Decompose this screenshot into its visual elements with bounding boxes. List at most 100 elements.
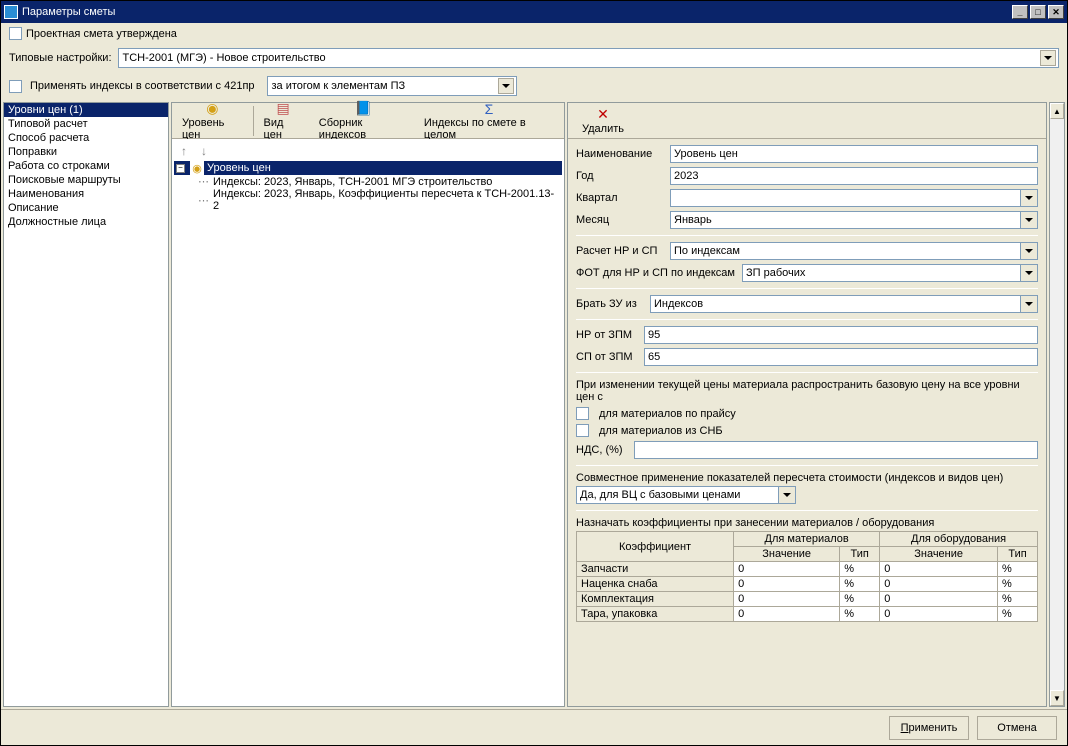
detail-panel: ✕ Удалить Наименование Уровень цен Год 2… (567, 102, 1047, 707)
quarter-label: Квартал (576, 192, 664, 204)
level-icon: ◉ (190, 161, 204, 175)
name-label: Наименование (576, 148, 664, 160)
chk-snb-materials[interactable] (576, 424, 589, 437)
section-item-typical[interactable]: Типовой расчет (4, 117, 168, 131)
nr-zpm-input[interactable]: 95 (644, 326, 1038, 344)
indexes-row: Применять индексы в соответствии с 421пр… (1, 72, 1067, 100)
row-complect[interactable]: Комплектация 0% 0% (577, 592, 1038, 607)
year-input[interactable]: 2023 (670, 167, 1038, 185)
assign-label: Назначать коэффициенты при занесении мат… (576, 517, 1038, 529)
tree-child-2-label: Индексы: 2023, Январь, Коэффициенты пере… (213, 188, 560, 212)
move-down-button[interactable]: ↓ (196, 143, 212, 159)
joint-label: Совместное применение показателей пересч… (576, 472, 1038, 484)
tree-child-1[interactable]: ⋯ Индексы: 2023, Январь, ТСН-2001 МГЭ ст… (174, 175, 562, 188)
th-type-e: Тип (998, 547, 1038, 562)
month-label: Месяц (576, 214, 664, 226)
row-spareparts[interactable]: Запчасти 0% 0% (577, 562, 1038, 577)
tb-price-view[interactable]: ▤ Вид цен (256, 104, 311, 138)
scroll-down-button[interactable]: ▼ (1050, 690, 1064, 706)
scroll-up-button[interactable]: ▲ (1050, 103, 1064, 119)
section-item-rows[interactable]: Работа со строками (4, 159, 168, 173)
apply-indexes-checkbox[interactable] (9, 80, 22, 93)
tb-overall-indexes[interactable]: Σ Индексы по смете в целом (416, 104, 562, 138)
dropdown-icon[interactable] (1040, 50, 1056, 66)
th-type-m: Тип (840, 547, 880, 562)
main-area: Уровни цен (1) Типовой расчет Способ рас… (1, 100, 1067, 709)
collapse-icon[interactable]: − (176, 164, 185, 173)
dropdown-icon[interactable] (1020, 189, 1038, 207)
tree-child-1-label: Индексы: 2023, Январь, ТСН-2001 МГЭ стро… (213, 176, 492, 188)
apply-button[interactable]: Применить (889, 716, 969, 740)
chk-price-label: для материалов по прайсу (599, 408, 736, 420)
section-item-search[interactable]: Поисковые маршруты (4, 173, 168, 187)
typical-settings-combo[interactable]: ТСН-2001 (МГЭ) - Новое строительство (118, 48, 1059, 68)
cancel-button[interactable]: Отмена (977, 716, 1057, 740)
tree-child-2[interactable]: ⋯ Индексы: 2023, Январь, Коэффициенты пе… (174, 188, 562, 212)
year-label: Год (576, 170, 664, 182)
th-value-m: Значение (734, 547, 840, 562)
name-input[interactable]: Уровень цен (670, 145, 1038, 163)
chk-price-materials[interactable] (576, 407, 589, 420)
tb-price-level[interactable]: ◉ Уровень цен (174, 104, 251, 138)
center-toolbar: ◉ Уровень цен ▤ Вид цен 📘 Сборник индекс… (172, 103, 564, 139)
footer: Применить Отмена (1, 709, 1067, 745)
section-list[interactable]: Уровни цен (1) Типовой расчет Способ рас… (3, 102, 169, 707)
apply-indexes-combo[interactable]: за итогом к элементам ПЗ (267, 76, 517, 96)
section-item-description[interactable]: Описание (4, 201, 168, 215)
section-item-method[interactable]: Способ расчета (4, 131, 168, 145)
typical-settings-label: Типовые настройки: (9, 52, 112, 64)
window: Параметры сметы _ □ ✕ Проектная смета ут… (0, 0, 1068, 746)
nrsp-select[interactable]: По индексам (670, 242, 1038, 260)
fot-select[interactable]: ЗП рабочих (742, 264, 1038, 282)
section-item-levels[interactable]: Уровни цен (1) (4, 103, 168, 117)
month-select[interactable]: Январь (670, 211, 1038, 229)
tree-toolbar: ↑ ↓ (174, 141, 562, 161)
section-item-names[interactable]: Наименования (4, 187, 168, 201)
close-button[interactable]: ✕ (1048, 5, 1064, 19)
maximize-button[interactable]: □ (1030, 5, 1046, 19)
quarter-select[interactable] (670, 189, 1038, 207)
center-panel: ◉ Уровень цен ▤ Вид цен 📘 Сборник индекс… (171, 102, 565, 707)
sp-zpm-input[interactable]: 65 (644, 348, 1038, 366)
fot-label: ФОТ для НР и СП по индексам (576, 267, 736, 279)
propagate-label: При изменении текущей цены материала рас… (576, 379, 1038, 403)
joint-select[interactable]: Да, для ВЦ с базовыми ценами (576, 486, 796, 504)
zu-label: Брать ЗУ из (576, 298, 644, 310)
tree-root-label: Уровень цен (207, 162, 271, 174)
titlebar: Параметры сметы _ □ ✕ (1, 1, 1067, 23)
th-equipment: Для оборудования (880, 532, 1038, 547)
vertical-scrollbar[interactable]: ▲ ▼ (1049, 102, 1065, 707)
delete-icon: ✕ (595, 107, 611, 123)
nds-input[interactable] (634, 441, 1038, 459)
move-up-button[interactable]: ↑ (176, 143, 192, 159)
section-item-corrections[interactable]: Поправки (4, 145, 168, 159)
th-coef: Коэффициент (577, 532, 734, 562)
minimize-button[interactable]: _ (1012, 5, 1028, 19)
approval-row: Проектная смета утверждена (1, 23, 1067, 44)
detail-toolbar: ✕ Удалить (568, 103, 1046, 139)
row-markup[interactable]: Наценка снаба 0% 0% (577, 577, 1038, 592)
dropdown-icon[interactable] (1020, 295, 1038, 313)
tb-index-collection[interactable]: 📘 Сборник индексов (311, 104, 416, 138)
th-materials: Для материалов (734, 532, 880, 547)
sp-zpm-label: СП от ЗПМ (576, 351, 638, 363)
sheet-icon: ▤ (275, 101, 291, 117)
scroll-track[interactable] (1050, 119, 1064, 690)
section-item-officials[interactable]: Должностные лица (4, 215, 168, 229)
row-packing[interactable]: Тара, упаковка 0% 0% (577, 607, 1038, 622)
dropdown-icon[interactable] (1020, 264, 1038, 282)
zu-select[interactable]: Индексов (650, 295, 1038, 313)
tree-root[interactable]: − ◉ Уровень цен (174, 161, 562, 175)
tree-area: ↑ ↓ − ◉ Уровень цен ⋯ Индексы: 2023, Янв… (172, 139, 564, 706)
dropdown-icon[interactable] (1020, 242, 1038, 260)
window-title: Параметры сметы (22, 6, 1010, 18)
approval-checkbox[interactable] (9, 27, 22, 40)
dropdown-icon[interactable] (498, 78, 514, 94)
delete-button[interactable]: ✕ Удалить (574, 104, 632, 138)
dropdown-icon[interactable] (1020, 211, 1038, 229)
dropdown-icon[interactable] (778, 486, 796, 504)
book-icon: 📘 (355, 101, 371, 117)
settings-row: Типовые настройки: ТСН-2001 (МГЭ) - Ново… (1, 44, 1067, 72)
coef-table: Коэффициент Для материалов Для оборудова… (576, 531, 1038, 622)
app-icon (4, 5, 18, 19)
